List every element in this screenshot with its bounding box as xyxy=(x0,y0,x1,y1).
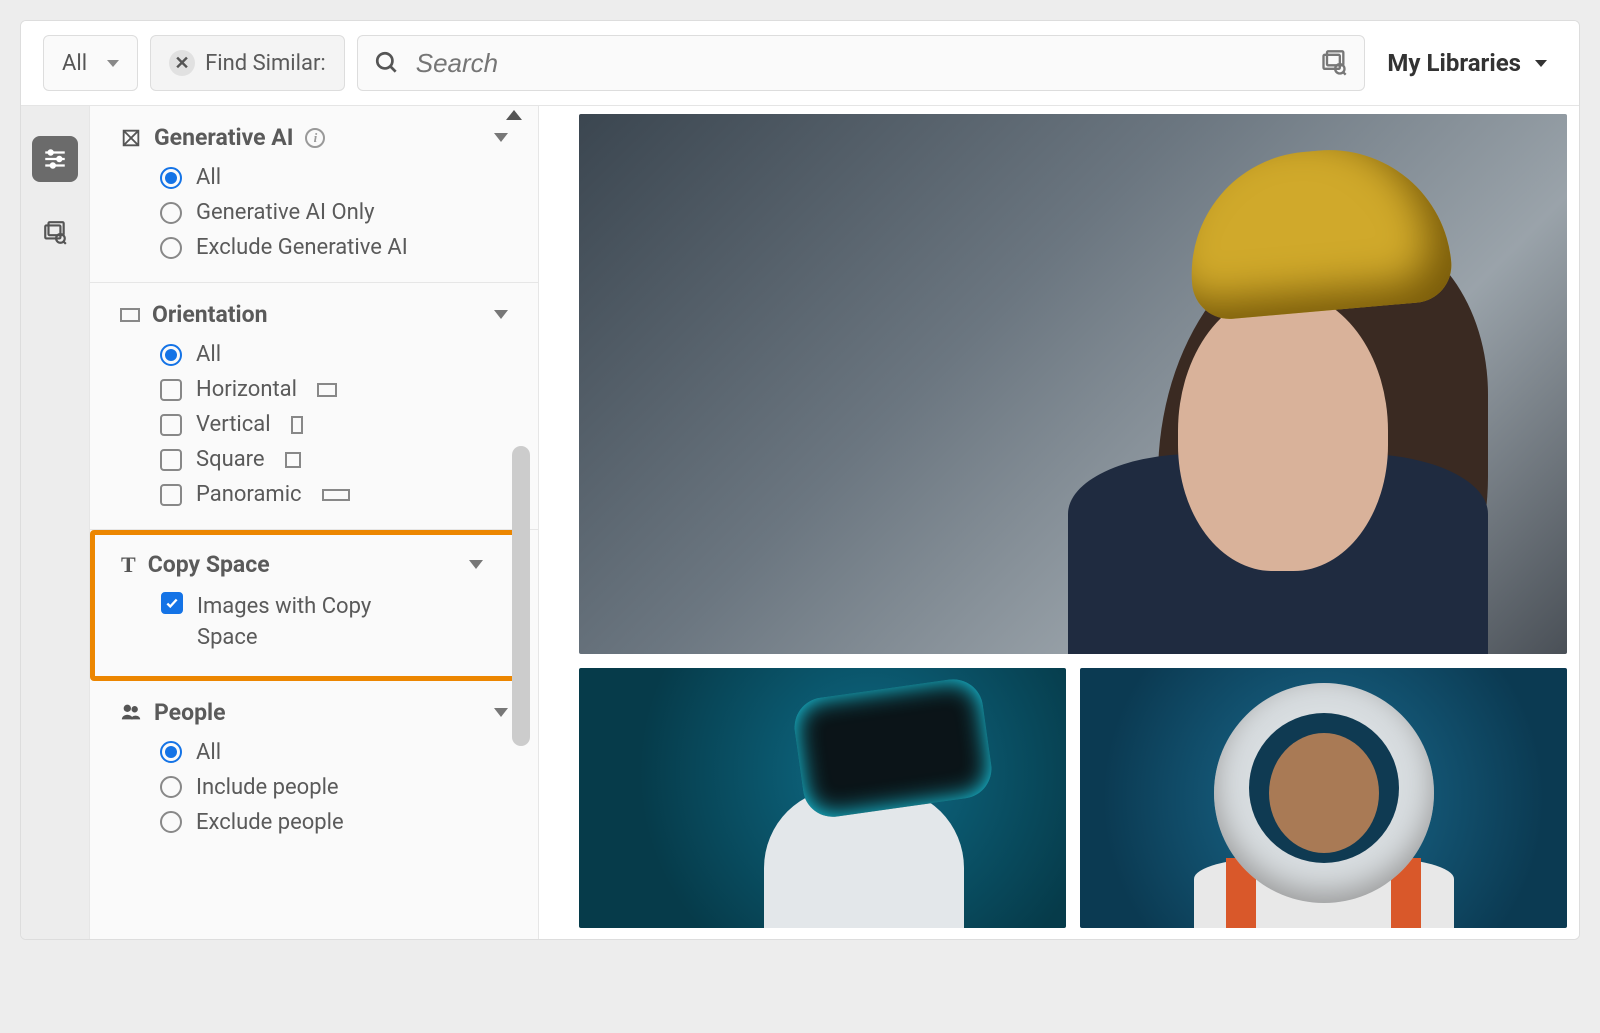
filter-section-copy-space: T Copy Space Images with Copy Space xyxy=(90,530,518,681)
radio-option-gen-only[interactable]: Generative AI Only xyxy=(160,200,508,225)
filter-header-people[interactable]: People xyxy=(120,699,508,726)
chevron-down-icon xyxy=(107,60,119,67)
radio-icon xyxy=(160,237,182,259)
checkbox-icon xyxy=(161,592,183,614)
top-bar: All ✕ Find Similar: My Libraries xyxy=(21,21,1579,106)
option-label: Exclude Generative AI xyxy=(196,235,408,260)
option-label: Exclude people xyxy=(196,810,344,835)
image-search-icon xyxy=(42,220,68,246)
generative-ai-icon xyxy=(120,127,142,149)
checkbox-option-horizontal[interactable]: Horizontal xyxy=(160,377,508,402)
search-input[interactable] xyxy=(416,48,1305,79)
filter-section-orientation: Orientation All Horizontal Vertical Squa… xyxy=(90,283,538,530)
radio-icon xyxy=(160,202,182,224)
main-body: Generative AI i All Generative AI Only E… xyxy=(21,106,1579,939)
chevron-down-icon xyxy=(494,133,508,142)
checkbox-icon xyxy=(160,449,182,471)
radio-option-all[interactable]: All xyxy=(160,342,508,367)
checkbox-icon xyxy=(160,414,182,436)
filter-section-generative-ai: Generative AI i All Generative AI Only E… xyxy=(90,106,538,283)
result-image-vr[interactable] xyxy=(579,668,1066,928)
option-label: All xyxy=(196,342,221,367)
horizontal-icon xyxy=(317,383,337,397)
image-placeholder-face xyxy=(1269,733,1379,853)
sliders-icon xyxy=(42,146,68,172)
panoramic-icon xyxy=(322,489,350,501)
filter-title: Orientation xyxy=(152,301,268,328)
filter-title: People xyxy=(154,699,226,726)
left-rail xyxy=(21,106,89,939)
image-search-icon[interactable] xyxy=(1320,49,1348,77)
result-image-astronaut[interactable] xyxy=(1080,668,1567,928)
filters-rail-button[interactable] xyxy=(32,136,78,182)
people-icon xyxy=(120,701,142,723)
orientation-icon xyxy=(120,308,140,322)
filter-options-copy-space: Images with Copy Space xyxy=(121,578,483,654)
radio-icon xyxy=(160,741,182,763)
chevron-down-icon xyxy=(494,708,508,717)
filter-options-people: All Include people Exclude people xyxy=(120,726,508,835)
check-icon xyxy=(165,596,179,610)
scrollbar-thumb[interactable] xyxy=(512,446,530,746)
find-similar-chip[interactable]: ✕ Find Similar: xyxy=(150,35,345,91)
category-dropdown-label: All xyxy=(62,51,87,76)
filters-panel: Generative AI i All Generative AI Only E… xyxy=(89,106,539,939)
image-search-rail-button[interactable] xyxy=(32,210,78,256)
filter-options-orientation: All Horizontal Vertical Square Panoramic xyxy=(120,328,508,507)
option-label: Include people xyxy=(196,775,339,800)
results-grid xyxy=(539,106,1579,939)
my-libraries-button[interactable]: My Libraries xyxy=(1377,49,1557,77)
checkbox-option-copy-space[interactable]: Images with Copy Space xyxy=(161,592,483,654)
option-label: All xyxy=(196,165,221,190)
radio-option-exclude-gen[interactable]: Exclude Generative AI xyxy=(160,235,508,260)
option-label: Images with Copy Space xyxy=(197,592,427,654)
option-label: Square xyxy=(196,447,265,472)
option-label: Generative AI Only xyxy=(196,200,374,225)
category-dropdown[interactable]: All xyxy=(43,35,138,91)
filter-title: Copy Space xyxy=(148,551,270,578)
option-label: Horizontal xyxy=(196,377,297,402)
radio-icon xyxy=(160,344,182,366)
my-libraries-label: My Libraries xyxy=(1387,49,1521,77)
radio-option-exclude-people[interactable]: Exclude people xyxy=(160,810,508,835)
close-icon[interactable]: ✕ xyxy=(169,50,195,76)
radio-icon xyxy=(160,811,182,833)
app-frame: All ✕ Find Similar: My Libraries xyxy=(20,20,1580,940)
scroll-up-icon[interactable] xyxy=(506,110,522,120)
text-icon: T xyxy=(121,552,136,578)
checkbox-icon xyxy=(160,379,182,401)
image-placeholder-worker xyxy=(945,141,1488,654)
filter-header-copy-space[interactable]: T Copy Space xyxy=(121,551,483,578)
option-label: Vertical xyxy=(196,412,271,437)
info-icon[interactable]: i xyxy=(305,128,325,148)
image-placeholder-vr-headset xyxy=(791,675,996,820)
option-label: All xyxy=(196,740,221,765)
radio-option-include-people[interactable]: Include people xyxy=(160,775,508,800)
checkbox-option-square[interactable]: Square xyxy=(160,447,508,472)
checkbox-icon xyxy=(160,484,182,506)
filter-section-people: People All Include people Exclude people xyxy=(90,681,538,857)
vertical-icon xyxy=(291,416,303,434)
filter-options-generative-ai: All Generative AI Only Exclude Generativ… xyxy=(120,151,508,260)
chevron-down-icon xyxy=(494,310,508,319)
find-similar-label: Find Similar: xyxy=(205,51,326,76)
checkbox-option-panoramic[interactable]: Panoramic xyxy=(160,482,508,507)
chevron-down-icon xyxy=(1535,60,1547,67)
radio-option-all[interactable]: All xyxy=(160,740,508,765)
filter-title: Generative AI xyxy=(154,124,293,151)
result-image-large[interactable] xyxy=(579,114,1567,654)
radio-option-all[interactable]: All xyxy=(160,165,508,190)
search-field-container xyxy=(357,35,1366,91)
chevron-down-icon xyxy=(469,560,483,569)
search-icon xyxy=(374,50,400,76)
checkbox-option-vertical[interactable]: Vertical xyxy=(160,412,508,437)
option-label: Panoramic xyxy=(196,482,302,507)
square-icon xyxy=(285,452,301,468)
radio-icon xyxy=(160,167,182,189)
filter-header-orientation[interactable]: Orientation xyxy=(120,301,508,328)
filter-header-generative-ai[interactable]: Generative AI i xyxy=(120,124,508,151)
radio-icon xyxy=(160,776,182,798)
